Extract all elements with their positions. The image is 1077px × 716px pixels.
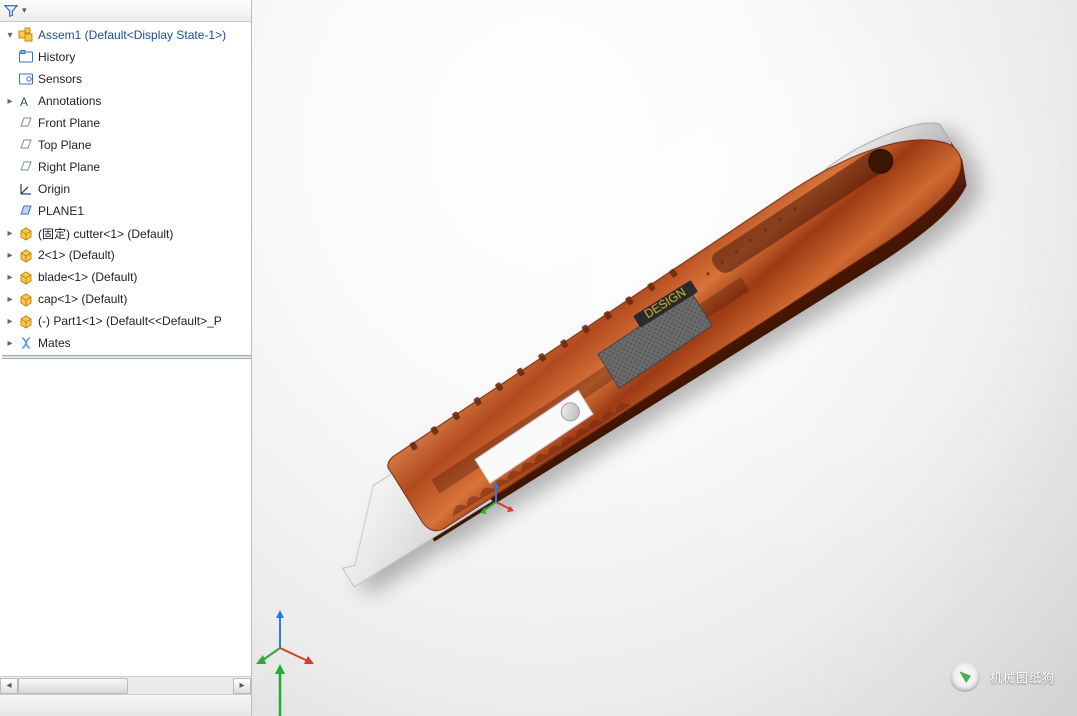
scroll-right-button[interactable]: ▸ xyxy=(233,678,251,694)
tree-item-top-plane[interactable]: • Top Plane xyxy=(2,134,251,156)
tab-placeholder[interactable] xyxy=(48,697,72,714)
watermark-text: 机械图纸狗 xyxy=(990,669,1055,686)
sensor-icon xyxy=(18,71,34,87)
filter-icon xyxy=(4,4,18,18)
folder-icon xyxy=(18,49,34,65)
tree-item-label: PLANE1 xyxy=(38,204,84,218)
plane-icon xyxy=(18,159,34,175)
mates-icon xyxy=(18,335,34,351)
tree-item-label: 2<1> (Default) xyxy=(38,248,115,262)
model-utility-knife[interactable]: DESIGN xyxy=(252,0,1077,716)
tree-item-label: Sensors xyxy=(38,72,82,86)
tree-root-assembly[interactable]: ▾ Assem1 (Default<Display State-1>) xyxy=(2,24,251,46)
annotation-icon: A xyxy=(18,93,34,109)
tree-root-label: Assem1 (Default<Display State-1>) xyxy=(38,28,226,42)
tab-placeholder[interactable] xyxy=(6,697,30,714)
tab-placeholder[interactable] xyxy=(90,697,114,714)
feature-manager-panel: ▾ ▾ Assem1 (Default<Display State-1>) • xyxy=(0,0,252,716)
horizontal-scrollbar[interactable]: ◂ ▸ xyxy=(0,676,251,694)
filter-bar[interactable]: ▾ xyxy=(0,0,251,22)
tree-item-label: History xyxy=(38,50,75,64)
tab-placeholder[interactable] xyxy=(132,697,156,714)
svg-text:A: A xyxy=(20,95,28,109)
tree-item-right-plane[interactable]: • Right Plane xyxy=(2,156,251,178)
tree-item-origin[interactable]: • Origin xyxy=(2,178,251,200)
plane-icon xyxy=(18,115,34,131)
part-icon xyxy=(18,247,34,263)
tree-item-label: (-) Part1<1> (Default<<Default>_P xyxy=(38,314,222,328)
part-icon xyxy=(18,313,34,329)
assembly-icon xyxy=(18,27,34,43)
tree-item-label: Origin xyxy=(38,182,70,196)
tree-item-annotations[interactable]: ▸ A Annotations xyxy=(2,90,251,112)
expand-icon[interactable]: ▸ xyxy=(4,95,16,107)
scroll-thumb[interactable] xyxy=(18,678,128,694)
expand-icon[interactable]: ▸ xyxy=(4,249,16,261)
refplane-icon xyxy=(18,203,34,219)
part-icon xyxy=(18,269,34,285)
graphics-viewport[interactable]: DESIGN xyxy=(252,0,1077,716)
chevron-down-icon[interactable]: ▾ xyxy=(22,5,27,16)
tree-item-label: Right Plane xyxy=(38,160,100,174)
rollback-bar[interactable] xyxy=(2,355,251,359)
expand-icon[interactable]: ▸ xyxy=(4,271,16,283)
tree-item-label: Top Plane xyxy=(38,138,91,152)
feature-tree[interactable]: ▾ Assem1 (Default<Display State-1>) • Hi… xyxy=(0,22,251,676)
scroll-left-button[interactable]: ◂ xyxy=(0,678,18,694)
tree-item-part-cutter[interactable]: ▸ (固定) cutter<1> (Default) xyxy=(2,222,251,244)
origin-icon xyxy=(18,181,34,197)
tree-item-label: Annotations xyxy=(38,94,101,108)
app-root: ▾ ▾ Assem1 (Default<Display State-1>) • xyxy=(0,0,1077,716)
tree-item-front-plane[interactable]: • Front Plane xyxy=(2,112,251,134)
tree-item-label: Mates xyxy=(38,336,71,350)
expand-icon[interactable]: ▸ xyxy=(4,337,16,349)
tree-item-part-2[interactable]: ▸ 2<1> (Default) xyxy=(2,244,251,266)
panel-tabs xyxy=(0,694,251,716)
tree-item-label: blade<1> (Default) xyxy=(38,270,137,284)
scroll-track[interactable] xyxy=(18,678,233,694)
view-triad xyxy=(260,640,360,716)
expand-icon[interactable]: ▸ xyxy=(4,315,16,327)
tree-item-part-cap[interactable]: ▸ cap<1> (Default) xyxy=(2,288,251,310)
collapse-icon[interactable]: ▾ xyxy=(4,29,16,41)
tree-item-part-part1[interactable]: ▸ (-) Part1<1> (Default<<Default>_P xyxy=(2,310,251,332)
tree-item-sensors[interactable]: • Sensors xyxy=(2,68,251,90)
tree-item-label: Front Plane xyxy=(38,116,100,130)
part-icon xyxy=(18,291,34,307)
expand-icon[interactable]: ▸ xyxy=(4,227,16,239)
watermark: 机械图纸狗 xyxy=(950,662,1055,692)
expand-icon[interactable]: ▸ xyxy=(4,293,16,305)
tree-item-label: cap<1> (Default) xyxy=(38,292,127,306)
tab-placeholder[interactable] xyxy=(174,697,198,714)
wechat-icon xyxy=(950,662,980,692)
plane-icon xyxy=(18,137,34,153)
part-icon xyxy=(18,225,34,241)
tree-item-mates[interactable]: ▸ Mates xyxy=(2,332,251,354)
tree-item-label: (固定) cutter<1> (Default) xyxy=(38,225,173,242)
tree-item-plane1[interactable]: • PLANE1 xyxy=(2,200,251,222)
tree-item-history[interactable]: • History xyxy=(2,46,251,68)
tree-item-part-blade[interactable]: ▸ blade<1> (Default) xyxy=(2,266,251,288)
